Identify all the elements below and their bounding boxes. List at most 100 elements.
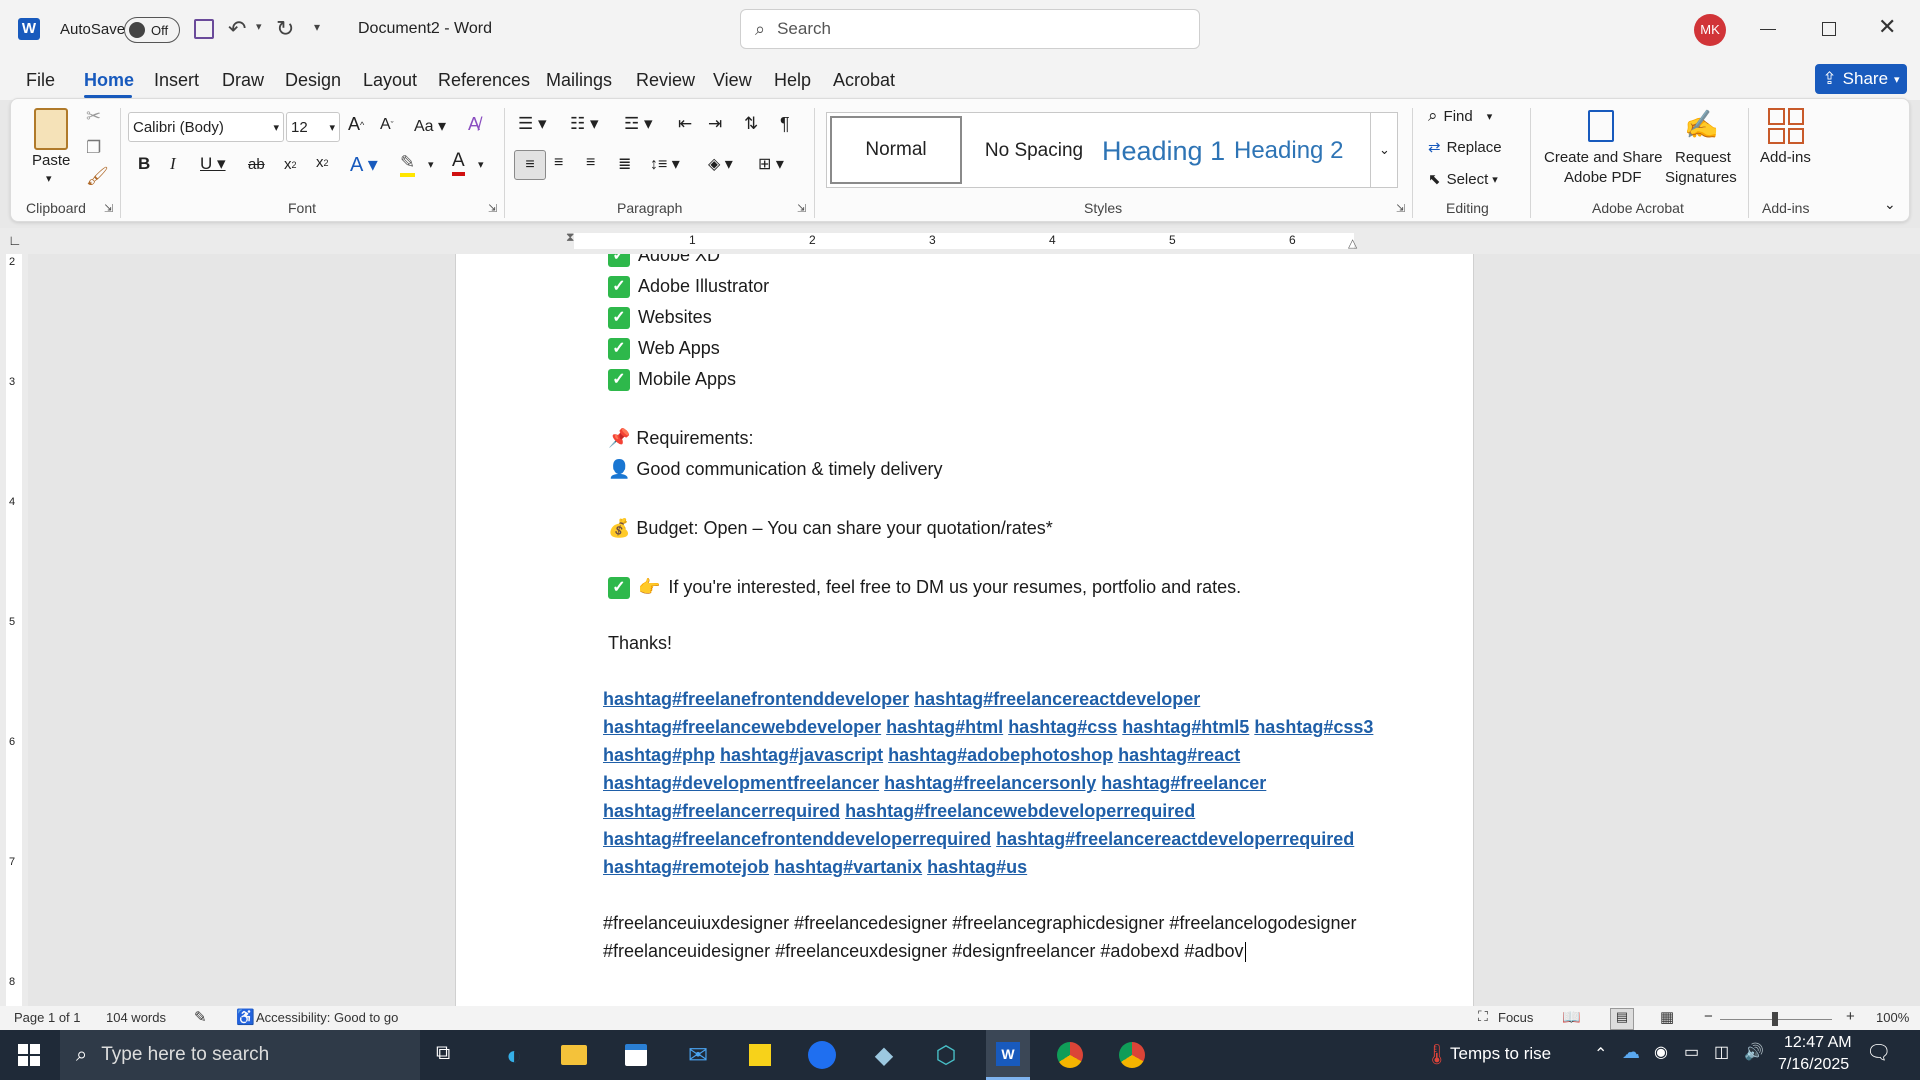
web-layout-icon[interactable]: ▦ [1660,1008,1674,1026]
font-family-select[interactable]: Calibri (Body) ▾ [128,112,284,142]
hashtag-link[interactable]: hashtag#react [1118,745,1240,765]
tab-home[interactable]: Home [84,70,134,91]
hashtag-link[interactable]: hashtag#freelanefrontenddeveloper [603,689,909,709]
hashtag-link[interactable]: hashtag#html [886,717,1003,737]
save-icon[interactable] [194,19,214,39]
align-right-icon[interactable]: ≡ [586,154,595,172]
weather-icon[interactable]: 🌡 [1424,1042,1449,1067]
hashtag-link[interactable]: hashtag#developmentfreelancer [603,773,879,793]
restore-icon[interactable] [1822,22,1836,36]
battery-icon[interactable]: ▭ [1684,1042,1699,1062]
clock-date[interactable]: 7/16/2025 [1778,1056,1849,1074]
request-signatures-label-2[interactable]: Signatures [1665,169,1737,186]
hashtag-link[interactable]: hashtag#freelancersonly [884,773,1096,793]
paste-button[interactable]: Paste [32,152,70,169]
shrink-font-icon[interactable]: Aˇ [380,116,394,134]
align-center-icon[interactable]: ≡ [554,154,563,172]
highlight-dropdown-icon[interactable]: ▾ [428,158,434,171]
mail-icon[interactable]: ✉ [676,1035,720,1075]
request-signatures-label-1[interactable]: Request [1675,149,1731,166]
notifications-icon[interactable]: 🗨 [1866,1040,1891,1065]
print-layout-icon[interactable]: ▤ [1610,1008,1634,1030]
superscript-icon[interactable]: x2 [316,154,329,171]
style-normal[interactable]: Normal [830,116,962,184]
word-logo-icon[interactable]: W [18,18,40,40]
customize-toolbar-icon[interactable]: ▾ [314,20,320,34]
paste-icon[interactable] [34,108,68,150]
word-count[interactable]: 104 words [106,1010,166,1025]
font-color-dropdown-icon[interactable]: ▾ [478,158,484,171]
text-effects-icon[interactable]: A ▾ [350,152,378,177]
italic-icon[interactable]: I [170,154,176,174]
proofing-icon[interactable]: ✎ [194,1008,207,1026]
onedrive-icon[interactable]: ☁ [1622,1042,1640,1063]
increase-indent-icon[interactable]: ⇥ [708,114,722,134]
numbering-icon[interactable]: ☷ ▾ [570,114,599,134]
zoom-app-icon[interactable] [800,1035,844,1075]
create-pdf-label-1[interactable]: Create and Share [1544,149,1662,166]
tab-draw[interactable]: Draw [222,70,264,91]
network-icon[interactable]: ◫ [1714,1042,1729,1062]
close-icon[interactable]: ✕ [1878,14,1896,40]
clear-formatting-icon[interactable]: A̸ [468,114,480,135]
line-spacing-icon[interactable]: ↕≡ ▾ [650,154,680,174]
sticky-notes-icon[interactable] [738,1035,782,1075]
focus-button[interactable]: Focus [1498,1010,1533,1025]
hashtag-link[interactable]: hashtag#css3 [1254,717,1373,737]
meet-now-icon[interactable]: ◉ [1654,1042,1668,1062]
taskbar-search[interactable]: ⌕ Type here to search [60,1030,420,1080]
cut-icon[interactable]: ✂ [86,106,101,127]
hashtag-link[interactable]: hashtag#adobephotoshop [888,745,1113,765]
app-icon-2[interactable]: ⬡ [924,1035,968,1075]
minimize-icon[interactable] [1760,29,1776,30]
tab-help[interactable]: Help [774,70,811,91]
tab-review[interactable]: Review [636,70,695,91]
user-avatar[interactable]: MK [1694,14,1726,46]
zoom-slider-thumb[interactable] [1772,1012,1778,1026]
shading-icon[interactable]: ◈ ▾ [708,154,733,174]
change-case-icon[interactable]: Aa ▾ [414,116,446,136]
tab-acrobat[interactable]: Acrobat [833,70,895,91]
style-heading-2[interactable]: Heading 2 [1234,116,1374,186]
font-launcher-icon[interactable]: ⇲ [488,202,497,215]
clock-time[interactable]: 12:47 AM [1784,1034,1852,1052]
show-formatting-icon[interactable]: ¶ [780,114,790,135]
store-icon[interactable] [614,1035,658,1075]
tab-file[interactable]: File [26,70,55,91]
format-painter-icon[interactable]: 🖌 [86,166,109,187]
zoom-level[interactable]: 100% [1876,1010,1909,1025]
task-view-icon[interactable]: ⧉ [436,1042,450,1065]
accessibility-status[interactable]: Accessibility: Good to go [256,1010,398,1025]
hashtag-link[interactable]: hashtag#freelancereactdeveloper [914,689,1200,709]
document-area[interactable]: ✓ Adobe XD ✓ Adobe Illustrator ✓ Websites ✓… [28,254,1920,1006]
redo-icon[interactable]: ↻ [276,16,294,42]
style-heading-1[interactable]: Heading 1 [1102,116,1228,186]
hashtag-link[interactable]: hashtag#remotejob [603,857,769,877]
zoom-slider[interactable] [1720,1012,1832,1026]
indent-marker-icon[interactable]: ⧗ [566,230,574,245]
borders-icon[interactable]: ⊞ ▾ [758,154,784,174]
hashtag-link[interactable]: hashtag#php [603,745,715,765]
paste-dropdown-icon[interactable]: ▾ [46,172,52,185]
hashtag-link[interactable]: hashtag#freelancefrontenddeveloperrequir… [603,829,991,849]
underline-icon[interactable]: U ▾ [200,154,226,174]
find-button[interactable]: ⌕ Find ▾ [1428,106,1492,126]
vertical-ruler[interactable]: 2 3 4 5 6 7 8 [0,254,28,1006]
chrome-icon[interactable] [1048,1035,1092,1075]
styles-more-icon[interactable]: ⌄ [1370,112,1398,188]
volume-icon[interactable]: 🔊 [1744,1042,1764,1062]
file-explorer-icon[interactable] [552,1035,596,1075]
font-size-select[interactable]: 12 ▾ [286,112,340,142]
accessibility-icon[interactable]: ♿ [236,1008,255,1026]
share-button[interactable]: ⇪ Share ▾ [1815,64,1907,94]
chrome-profile-icon[interactable] [1110,1035,1154,1075]
hashtag-link[interactable]: hashtag#freelancer [1101,773,1266,793]
paragraph-launcher-icon[interactable]: ⇲ [797,202,806,215]
add-ins-icon[interactable] [1768,108,1804,144]
document-page[interactable]: ✓ Adobe XD ✓ Adobe Illustrator ✓ Websites ✓… [455,254,1474,1006]
font-color-icon[interactable]: A [452,150,465,176]
horizontal-ruler[interactable]: ∟ 1 2 3 4 5 6 ⧗ △ [0,228,1920,254]
tab-design[interactable]: Design [285,70,341,91]
undo-dropdown-icon[interactable]: ▾ [256,20,262,33]
undo-icon[interactable]: ↶ [228,16,246,42]
